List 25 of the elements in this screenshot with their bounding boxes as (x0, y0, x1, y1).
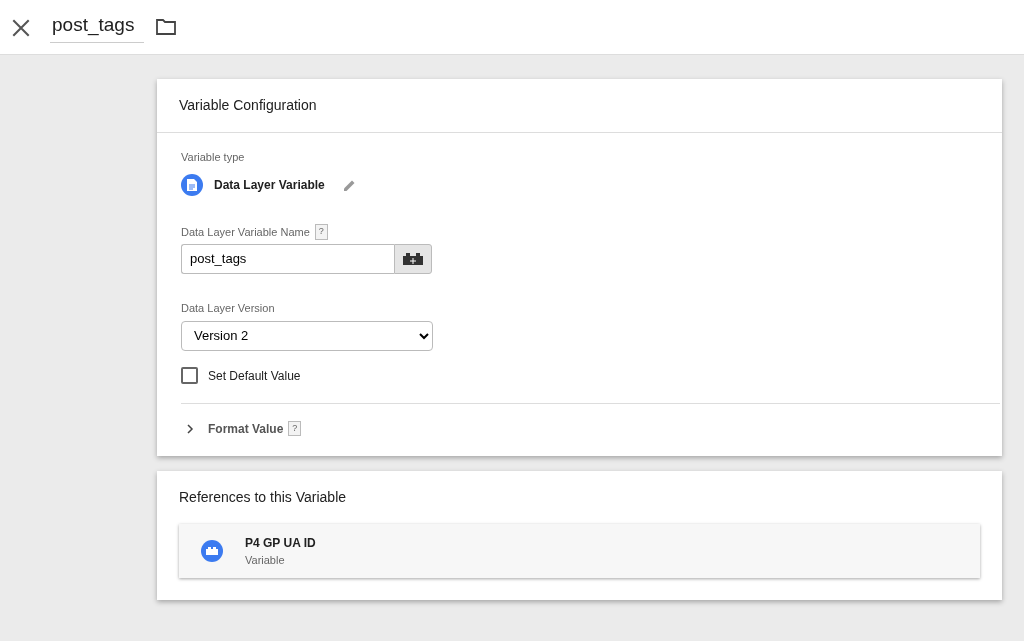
field-label: Variable type (181, 150, 246, 165)
variable-picker-button[interactable] (394, 244, 432, 274)
reference-type: Variable (245, 552, 286, 568)
checkbox-label: Set Default Value (208, 367, 301, 385)
variable-type-name: Data Layer Variable (214, 176, 325, 194)
document-icon (181, 173, 203, 196)
reference-name: P4 GP UA ID (245, 534, 316, 552)
checkbox[interactable] (181, 367, 198, 384)
pencil-icon[interactable] (343, 178, 356, 191)
brick-icon (201, 539, 223, 562)
folder-icon[interactable] (156, 19, 177, 35)
brick-plus-icon (403, 253, 423, 265)
field-label: Data Layer Variable Name (181, 224, 310, 240)
help-icon[interactable]: ? (288, 420, 302, 437)
field-label: Data Layer Version (181, 301, 276, 316)
chevron-icon[interactable] (187, 423, 194, 434)
card-title: Variable Configuration (157, 79, 1002, 133)
reference-item[interactable]: P4 GP UA ID Variable (179, 523, 980, 578)
close-icon (12, 18, 30, 37)
card-title: References to this Variable (178, 487, 348, 507)
variable-name-title[interactable]: post_tags (50, 11, 145, 43)
variable-name-field[interactable]: post_tags (181, 244, 394, 274)
version-select[interactable]: Version 2 (181, 320, 433, 351)
help-icon[interactable]: ? (314, 224, 328, 240)
section-toggle[interactable]: Format Value (208, 419, 284, 438)
